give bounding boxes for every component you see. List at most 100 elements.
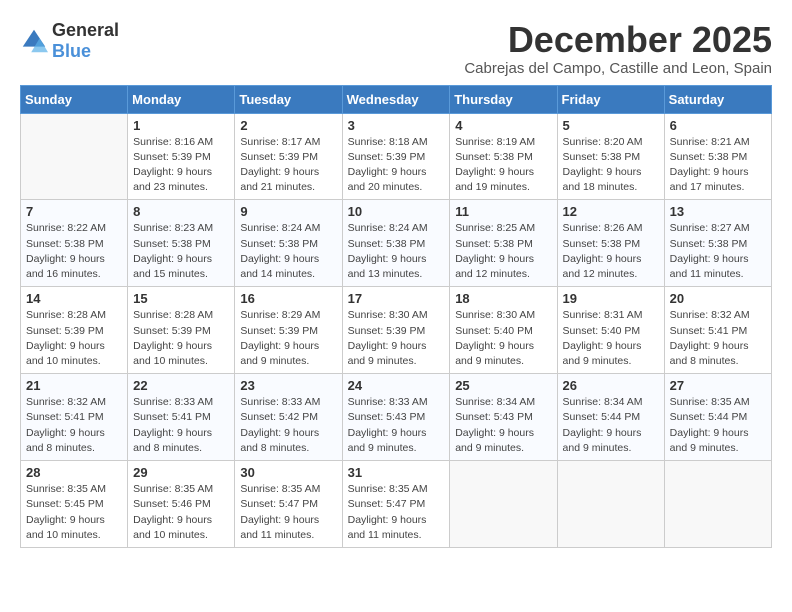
weekday-header-friday: Friday bbox=[557, 85, 664, 113]
calendar-cell: 4Sunrise: 8:19 AMSunset: 5:38 PMDaylight… bbox=[450, 113, 557, 200]
calendar-cell: 16 Sunrise: 8:29 AMSunset: 5:39 PMDayligh… bbox=[235, 287, 342, 374]
day-number: 23 bbox=[240, 378, 336, 393]
day-number: 18 bbox=[455, 291, 551, 306]
calendar-cell: 30 Sunrise: 8:35 AMSunset: 5:47 PMDayligh… bbox=[235, 461, 342, 548]
day-info: Sunrise: 8:35 AMSunset: 5:44 PMDaylight:… bbox=[670, 395, 766, 456]
location-title: Cabrejas del Campo, Castille and Leon, S… bbox=[464, 60, 772, 77]
day-number: 5 bbox=[563, 118, 659, 133]
calendar-week-row: 28Sunrise: 8:35 AMSunset: 5:45 PMDayligh… bbox=[21, 461, 772, 548]
day-number: 9 bbox=[240, 204, 336, 219]
day-number: 31 bbox=[348, 465, 445, 480]
day-info: Sunrise: 8:24 AMSunset: 5:38 PMDaylight:… bbox=[348, 221, 445, 282]
weekday-header-thursday: Thursday bbox=[450, 85, 557, 113]
calendar-cell: 28Sunrise: 8:35 AMSunset: 5:45 PMDayligh… bbox=[21, 461, 128, 548]
month-title: December 2025 bbox=[464, 20, 772, 60]
calendar-cell: 24 Sunrise: 8:33 AMSunset: 5:43 PMDayligh… bbox=[342, 374, 450, 461]
page-header: General Blue December 2025 Cabrejas del … bbox=[20, 20, 772, 77]
title-section: December 2025 Cabrejas del Campo, Castil… bbox=[464, 20, 772, 77]
day-info: Sunrise: 8:35 AMSunset: 5:47 PMDaylight:… bbox=[348, 482, 445, 543]
calendar-cell: 21Sunrise: 8:32 AMSunset: 5:41 PMDayligh… bbox=[21, 374, 128, 461]
day-number: 19 bbox=[563, 291, 659, 306]
day-number: 11 bbox=[455, 204, 551, 219]
day-info: Sunrise: 8:28 AMSunset: 5:39 PMDaylight:… bbox=[133, 308, 229, 369]
weekday-header-tuesday: Tuesday bbox=[235, 85, 342, 113]
calendar-cell: 11 Sunrise: 8:25 AMSunset: 5:38 PMDayligh… bbox=[450, 200, 557, 287]
calendar-week-row: 14 Sunrise: 8:28 AMSunset: 5:39 PMDayligh… bbox=[21, 287, 772, 374]
day-number: 17 bbox=[348, 291, 445, 306]
day-number: 30 bbox=[240, 465, 336, 480]
logo-icon bbox=[20, 27, 48, 55]
day-info: Sunrise: 8:25 AMSunset: 5:38 PMDaylight:… bbox=[455, 221, 551, 282]
day-info: Sunrise: 8:35 AMSunset: 5:47 PMDaylight:… bbox=[240, 482, 336, 543]
calendar-cell: 22 Sunrise: 8:33 AMSunset: 5:41 PMDayligh… bbox=[128, 374, 235, 461]
day-number: 8 bbox=[133, 204, 229, 219]
logo-blue: Blue bbox=[52, 41, 91, 61]
calendar-cell bbox=[450, 461, 557, 548]
day-number: 14 bbox=[26, 291, 122, 306]
day-info: Sunrise: 8:27 AMSunset: 5:38 PMDaylight:… bbox=[670, 221, 766, 282]
day-info: Sunrise: 8:35 AMSunset: 5:46 PMDaylight:… bbox=[133, 482, 229, 543]
day-info: Sunrise: 8:24 AMSunset: 5:38 PMDaylight:… bbox=[240, 221, 336, 282]
weekday-header-wednesday: Wednesday bbox=[342, 85, 450, 113]
day-info: Sunrise: 8:23 AMSunset: 5:38 PMDaylight:… bbox=[133, 221, 229, 282]
calendar-cell: 2 Sunrise: 8:17 AMSunset: 5:39 PMDaylight… bbox=[235, 113, 342, 200]
day-number: 20 bbox=[670, 291, 766, 306]
day-number: 26 bbox=[563, 378, 659, 393]
weekday-header-sunday: Sunday bbox=[21, 85, 128, 113]
calendar-cell: 18 Sunrise: 8:30 AMSunset: 5:40 PMDayligh… bbox=[450, 287, 557, 374]
day-info: Sunrise: 8:16 AMSunset: 5:39 PMDaylight:… bbox=[133, 135, 229, 196]
day-number: 27 bbox=[670, 378, 766, 393]
day-number: 4 bbox=[455, 118, 551, 133]
day-info: Sunrise: 8:33 AMSunset: 5:42 PMDaylight:… bbox=[240, 395, 336, 456]
calendar-week-row: 21Sunrise: 8:32 AMSunset: 5:41 PMDayligh… bbox=[21, 374, 772, 461]
calendar-cell: 29 Sunrise: 8:35 AMSunset: 5:46 PMDayligh… bbox=[128, 461, 235, 548]
day-info: Sunrise: 8:31 AMSunset: 5:40 PMDaylight:… bbox=[563, 308, 659, 369]
calendar-cell: 6 Sunrise: 8:21 AMSunset: 5:38 PMDaylight… bbox=[664, 113, 771, 200]
day-info: Sunrise: 8:17 AMSunset: 5:39 PMDaylight:… bbox=[240, 135, 336, 196]
calendar-cell: 10 Sunrise: 8:24 AMSunset: 5:38 PMDayligh… bbox=[342, 200, 450, 287]
day-info: Sunrise: 8:21 AMSunset: 5:38 PMDaylight:… bbox=[670, 135, 766, 196]
day-info: Sunrise: 8:30 AMSunset: 5:39 PMDaylight:… bbox=[348, 308, 445, 369]
calendar-cell: 27 Sunrise: 8:35 AMSunset: 5:44 PMDayligh… bbox=[664, 374, 771, 461]
day-info: Sunrise: 8:28 AMSunset: 5:39 PMDaylight:… bbox=[26, 308, 122, 369]
calendar-cell: 17 Sunrise: 8:30 AMSunset: 5:39 PMDayligh… bbox=[342, 287, 450, 374]
day-number: 2 bbox=[240, 118, 336, 133]
calendar-cell: 31 Sunrise: 8:35 AMSunset: 5:47 PMDayligh… bbox=[342, 461, 450, 548]
calendar-cell: 23 Sunrise: 8:33 AMSunset: 5:42 PMDayligh… bbox=[235, 374, 342, 461]
calendar-cell: 20Sunrise: 8:32 AMSunset: 5:41 PMDayligh… bbox=[664, 287, 771, 374]
logo-general: General bbox=[52, 20, 119, 40]
weekday-header-saturday: Saturday bbox=[664, 85, 771, 113]
day-info: Sunrise: 8:26 AMSunset: 5:38 PMDaylight:… bbox=[563, 221, 659, 282]
day-number: 29 bbox=[133, 465, 229, 480]
calendar-cell: 5Sunrise: 8:20 AMSunset: 5:38 PMDaylight… bbox=[557, 113, 664, 200]
day-number: 6 bbox=[670, 118, 766, 133]
calendar-cell: 12Sunrise: 8:26 AMSunset: 5:38 PMDayligh… bbox=[557, 200, 664, 287]
calendar-cell: 7Sunrise: 8:22 AMSunset: 5:38 PMDaylight… bbox=[21, 200, 128, 287]
calendar-cell: 9 Sunrise: 8:24 AMSunset: 5:38 PMDaylight… bbox=[235, 200, 342, 287]
calendar-cell bbox=[21, 113, 128, 200]
day-number: 25 bbox=[455, 378, 551, 393]
day-info: Sunrise: 8:34 AMSunset: 5:43 PMDaylight:… bbox=[455, 395, 551, 456]
calendar-cell: 8 Sunrise: 8:23 AMSunset: 5:38 PMDaylight… bbox=[128, 200, 235, 287]
calendar-cell: 14 Sunrise: 8:28 AMSunset: 5:39 PMDayligh… bbox=[21, 287, 128, 374]
day-number: 24 bbox=[348, 378, 445, 393]
day-number: 15 bbox=[133, 291, 229, 306]
day-info: Sunrise: 8:22 AMSunset: 5:38 PMDaylight:… bbox=[26, 221, 122, 282]
calendar-cell: 13Sunrise: 8:27 AMSunset: 5:38 PMDayligh… bbox=[664, 200, 771, 287]
calendar-cell: 25 Sunrise: 8:34 AMSunset: 5:43 PMDayligh… bbox=[450, 374, 557, 461]
calendar-cell bbox=[557, 461, 664, 548]
calendar-cell: 19 Sunrise: 8:31 AMSunset: 5:40 PMDayligh… bbox=[557, 287, 664, 374]
day-info: Sunrise: 8:18 AMSunset: 5:39 PMDaylight:… bbox=[348, 135, 445, 196]
calendar-table: SundayMondayTuesdayWednesdayThursdayFrid… bbox=[20, 85, 772, 548]
day-number: 22 bbox=[133, 378, 229, 393]
logo: General Blue bbox=[20, 20, 119, 62]
day-info: Sunrise: 8:33 AMSunset: 5:43 PMDaylight:… bbox=[348, 395, 445, 456]
day-number: 10 bbox=[348, 204, 445, 219]
day-info: Sunrise: 8:34 AMSunset: 5:44 PMDaylight:… bbox=[563, 395, 659, 456]
day-number: 28 bbox=[26, 465, 122, 480]
day-info: Sunrise: 8:29 AMSunset: 5:39 PMDaylight:… bbox=[240, 308, 336, 369]
calendar-header-row: SundayMondayTuesdayWednesdayThursdayFrid… bbox=[21, 85, 772, 113]
day-number: 16 bbox=[240, 291, 336, 306]
day-info: Sunrise: 8:33 AMSunset: 5:41 PMDaylight:… bbox=[133, 395, 229, 456]
day-info: Sunrise: 8:30 AMSunset: 5:40 PMDaylight:… bbox=[455, 308, 551, 369]
